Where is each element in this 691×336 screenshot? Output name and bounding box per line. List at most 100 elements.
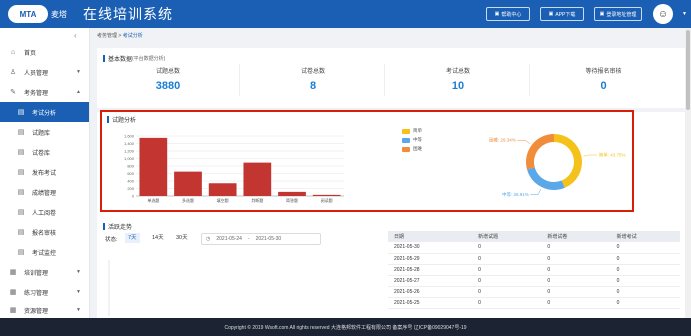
- app-download-button[interactable]: ▣ APP下载: [540, 7, 584, 21]
- app-download-label: APP下载: [555, 11, 576, 18]
- question-analysis-title: 试题分析: [107, 115, 136, 124]
- practice-icon: ▦: [9, 289, 17, 296]
- login-address-button[interactable]: ▣ 登录地址管理: [594, 7, 642, 21]
- help-icon: ▣: [494, 11, 500, 17]
- bar: [243, 162, 272, 196]
- slice-label: 困难: 29.34%: [489, 137, 516, 144]
- main-content: 考务管理 > 考试分析 基本数据 (平台数据分析) 试题总数 3880 试卷总数 8 …: [91, 28, 691, 318]
- brand-name: 麦塔: [51, 9, 67, 19]
- legend-label: 困难: [413, 146, 422, 151]
- chart-icon: ▤: [17, 109, 25, 116]
- stat-label: 考试总数: [445, 69, 470, 75]
- stat-exam-total: 考试总数 10: [387, 64, 530, 96]
- stat-pending-audit: 等待报名审核 0: [532, 64, 675, 96]
- sidebar-item-home[interactable]: ⌂ 首页: [0, 42, 89, 62]
- date-end[interactable]: 2021-05-30: [256, 236, 282, 242]
- y-tick-label: 1,400: [124, 141, 135, 146]
- sidebar-item-label: 成绩管理: [32, 190, 57, 197]
- sidebar-item-question-bank[interactable]: ▤ 试题库: [0, 122, 89, 142]
- table-cell: 0: [610, 253, 680, 265]
- avatar[interactable]: ☺: [653, 4, 673, 24]
- legend-item-medium[interactable]: 中等: [402, 137, 422, 143]
- legend-label: 中等: [413, 137, 422, 142]
- table-row: 2021-05-29 0 0 0: [388, 253, 680, 265]
- column-header: 新增试题: [472, 231, 542, 242]
- table-row: 2021-05-26 0 0 0: [388, 286, 680, 298]
- bar: [174, 171, 202, 196]
- sidebar-item-exam-monitor[interactable]: ▤ 考试监控: [0, 242, 89, 262]
- date-separator: -: [247, 236, 250, 242]
- stat-label: 试题总数: [155, 69, 180, 75]
- status-label: 状态:: [105, 237, 118, 243]
- donut-slice: [554, 134, 583, 188]
- stat-label: 等待报名审核: [585, 69, 622, 75]
- bar: [139, 137, 168, 196]
- section-title: 活跃走势: [108, 225, 133, 231]
- slice-label: 中等: 26.91%: [502, 191, 529, 198]
- sidebar-item-label: 试卷库: [32, 150, 51, 157]
- table-cell: 2021-05-29: [388, 253, 473, 265]
- calendar-icon: ◷: [206, 236, 211, 242]
- section-title: 基本数据: [108, 57, 133, 63]
- chevron-down-icon[interactable]: ▼: [682, 11, 687, 17]
- legend-item-easy[interactable]: 简单: [402, 128, 422, 134]
- sidebar-item-label: 资源管理: [24, 308, 49, 315]
- monitor-icon: ▤: [17, 249, 25, 256]
- sidebar-item-manual-marking[interactable]: ▤ 人工阅卷: [0, 202, 89, 222]
- score-icon: ▤: [17, 189, 25, 196]
- sidebar-item-paper-bank[interactable]: ▤ 试卷库: [0, 142, 89, 162]
- sidebar-item-training[interactable]: ▦ 培训管理 ▼: [0, 262, 89, 282]
- logo[interactable]: MTA: [8, 5, 48, 23]
- tab-30-days[interactable]: 30天: [173, 233, 191, 243]
- question-bank-icon: ▤: [17, 129, 25, 136]
- x-tick-label: 阅读题: [321, 197, 333, 203]
- sidebar-item-publish-exam[interactable]: ▤ 发布考试: [0, 162, 89, 182]
- y-tick-label: 200: [127, 186, 134, 191]
- sidebar-item-label: 练习管理: [24, 290, 49, 297]
- sidebar-item-practice[interactable]: ▦ 练习管理 ▼: [0, 282, 89, 302]
- column-header: 新增试卷: [541, 231, 611, 242]
- chevron-down-icon: ▼: [76, 307, 81, 313]
- chevron-up-icon: ▲: [76, 89, 81, 95]
- sidebar: ‹ ⌂ 首页 ♙ 人员管理 ▼ ✎ 考务管理 ▲ ▤ 考试分析 ▤ 试题库 ▤ 试卷库 ▤ 发布考…: [0, 28, 90, 318]
- breadcrumb-parent[interactable]: 考务管理: [97, 33, 117, 39]
- breadcrumb: 考务管理 > 考试分析: [97, 32, 143, 39]
- chevron-down-icon: ▼: [76, 69, 81, 75]
- table-cell: 0: [541, 286, 611, 298]
- date-range-picker[interactable]: ◷ 2021-05-24 - 2021-05-30: [201, 233, 321, 245]
- date-start[interactable]: 2021-05-24: [216, 236, 242, 242]
- table-cell: 0: [610, 275, 680, 287]
- exam-icon: ✎: [10, 89, 16, 96]
- activity-line-chart: [108, 260, 110, 316]
- table-cell: 2021-05-25: [388, 297, 473, 309]
- top-bar: MTA 麦塔 在线培训系统: [0, 0, 691, 28]
- audit-icon: ▤: [17, 229, 25, 236]
- help-center-button[interactable]: ▣ 帮助中心: [486, 7, 530, 21]
- table-cell: 0: [541, 242, 611, 254]
- stat-value: 3880: [155, 80, 181, 92]
- collapse-icon[interactable]: ‹: [74, 31, 77, 40]
- y-tick-label: 1,200: [124, 149, 135, 154]
- sidebar-item-enroll-audit[interactable]: ▤ 报名审核: [0, 222, 89, 242]
- sidebar-item-label: 考试监控: [32, 250, 57, 257]
- sidebar-item-resource[interactable]: ▦ 资源管理 ▼: [0, 300, 89, 318]
- bar: [208, 183, 237, 196]
- tab-7-days[interactable]: 7天: [125, 233, 140, 243]
- resource-icon: ▦: [9, 307, 17, 314]
- sidebar-item-users[interactable]: ♙ 人员管理 ▼: [0, 62, 89, 82]
- scrollbar-thumb[interactable]: [686, 30, 690, 110]
- login-address-label: 登录地址管理: [606, 11, 637, 18]
- x-tick-label: 单选题: [147, 197, 159, 203]
- slice-leader-line: [517, 139, 531, 145]
- donut-slice: [526, 134, 554, 170]
- tab-14-days[interactable]: 14天: [149, 233, 167, 243]
- sidebar-item-score[interactable]: ▤ 成绩管理: [0, 182, 89, 202]
- link-icon: ▣: [599, 11, 605, 17]
- help-center-label: 帮助中心: [501, 11, 522, 18]
- stat-paper-total: 试卷总数 8: [242, 64, 385, 96]
- legend-item-hard[interactable]: 困难: [402, 146, 422, 152]
- sidebar-item-exam-analysis[interactable]: ▤ 考试分析: [0, 102, 89, 122]
- table-row: 2021-05-27 0 0 0: [388, 275, 680, 287]
- difficulty-donut-chart: 简单: 43.75% 中等: 26.91% 困难: 29.34%: [489, 134, 626, 198]
- sidebar-item-exam-affairs[interactable]: ✎ 考务管理 ▲: [0, 82, 89, 102]
